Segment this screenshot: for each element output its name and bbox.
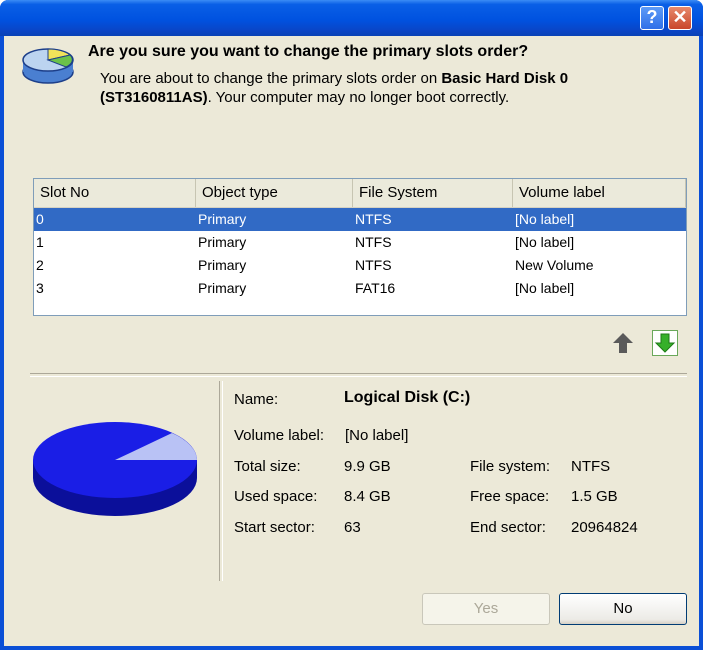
total-size-label: Total size:	[234, 458, 301, 475]
disk-pie-icon	[33, 422, 197, 516]
name-value: Logical Disk (C:)	[344, 389, 471, 406]
cell-label: New Volume	[515, 257, 594, 273]
cell-fs: FAT16	[355, 280, 396, 296]
slots-table[interactable]: Slot No Object type File System Volume l…	[33, 178, 687, 316]
cell-label: [No label]	[515, 234, 575, 250]
cell-slot: 1	[36, 234, 44, 250]
end-sector-value: 20964824	[571, 519, 638, 536]
vertical-separator	[219, 381, 223, 581]
disk-question-icon	[22, 48, 74, 84]
file-system-label: File system:	[470, 458, 551, 475]
arrow-up-icon	[613, 333, 633, 353]
free-space-value: 1.5 GB	[571, 488, 618, 505]
question-description: You are about to change the primary slot…	[100, 69, 600, 107]
desc-disk-model: (ST3160811AS)	[100, 89, 208, 106]
end-sector-label: End sector:	[470, 519, 546, 536]
name-label: Name:	[234, 391, 279, 408]
move-down-button[interactable]	[652, 330, 678, 356]
desc-disk-name: Basic Hard Disk 0	[441, 70, 569, 87]
cell-type: Primary	[198, 280, 247, 296]
horizontal-separator	[30, 373, 687, 377]
table-row[interactable]: 1 Primary NTFS [No label]	[34, 231, 686, 254]
column-header-volume-label[interactable]: Volume label	[513, 179, 686, 207]
move-up-button[interactable]	[610, 330, 636, 356]
desc-prefix: You are about to change the primary slot…	[100, 70, 442, 87]
total-size-value: 9.9 GB	[344, 458, 391, 475]
column-header-file-system[interactable]: File System	[353, 179, 513, 207]
cell-fs: NTFS	[355, 234, 392, 250]
desc-suffix: . Your computer may no longer boot corre…	[207, 89, 510, 106]
yes-button[interactable]: Yes	[422, 593, 550, 625]
cell-slot: 2	[36, 257, 44, 273]
cell-type: Primary	[198, 257, 247, 273]
no-button[interactable]: No	[559, 593, 687, 625]
free-space-label: Free space:	[470, 488, 550, 505]
used-space-label: Used space:	[234, 488, 318, 505]
cell-type: Primary	[198, 211, 247, 227]
close-button[interactable]: ✕	[668, 6, 692, 30]
cell-type: Primary	[198, 234, 247, 250]
table-row[interactable]: 3 Primary FAT16 [No label]	[34, 277, 686, 300]
volume-label-label: Volume label:	[234, 427, 325, 444]
cell-slot: 3	[36, 280, 44, 296]
start-sector-label: Start sector:	[234, 519, 315, 536]
table-header: Slot No Object type File System Volume l…	[34, 179, 686, 208]
column-header-object-type[interactable]: Object type	[196, 179, 353, 207]
cell-label: [No label]	[515, 211, 575, 227]
cell-fs: NTFS	[355, 211, 392, 227]
arrow-down-icon	[654, 333, 676, 353]
cell-fs: NTFS	[355, 257, 392, 273]
cell-slot: 0	[36, 211, 44, 227]
used-space-value: 8.4 GB	[344, 488, 391, 505]
volume-label-value: [No label]	[345, 427, 409, 444]
table-row[interactable]: 0 Primary NTFS [No label]	[34, 208, 686, 231]
help-button[interactable]: ?	[640, 6, 664, 30]
start-sector-value: 63	[344, 519, 361, 536]
title-bar: ? ✕	[0, 0, 703, 36]
cell-label: [No label]	[515, 280, 575, 296]
question-title: Are you sure you want to change the prim…	[88, 43, 529, 60]
file-system-value: NTFS	[571, 458, 611, 475]
table-row[interactable]: 2 Primary NTFS New Volume	[34, 254, 686, 277]
column-header-slot-no[interactable]: Slot No	[34, 179, 196, 207]
